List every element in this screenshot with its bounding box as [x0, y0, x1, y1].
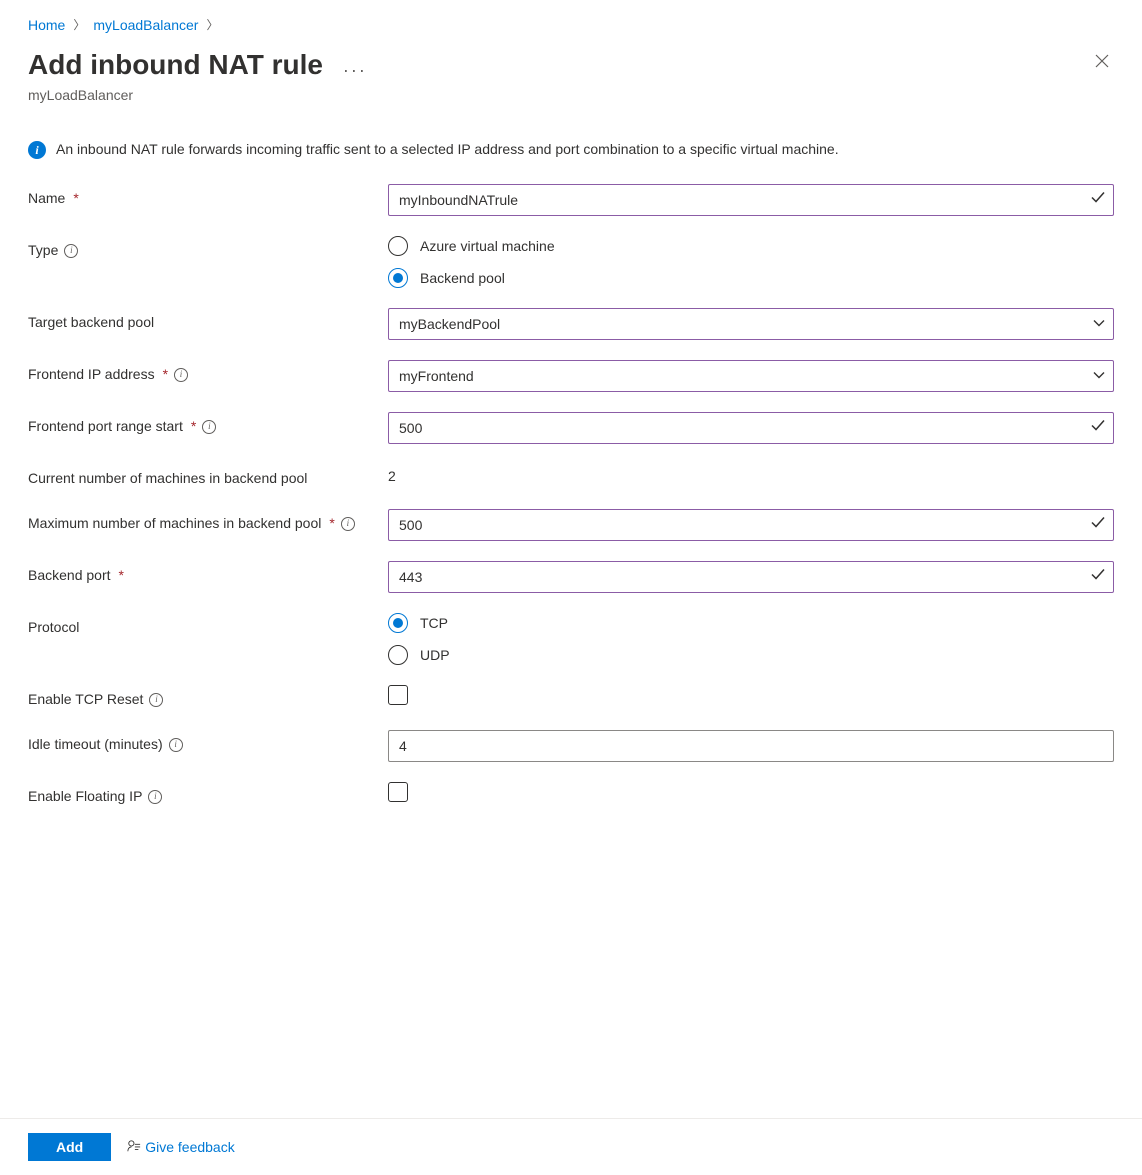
breadcrumb: Home 〉 myLoadBalancer 〉 [28, 16, 1114, 33]
info-banner: i An inbound NAT rule forwards incoming … [28, 139, 1114, 160]
backend-port-label: Backend port* [28, 561, 358, 586]
help-icon[interactable]: i [64, 244, 78, 258]
frontend-ip-label: Frontend IP address* i [28, 360, 358, 385]
help-icon[interactable]: i [149, 693, 163, 707]
max-machines-input[interactable] [388, 509, 1114, 541]
help-icon[interactable]: i [148, 790, 162, 804]
radio-icon [388, 645, 408, 665]
info-icon: i [28, 141, 46, 159]
chevron-right-icon: 〉 [206, 16, 218, 33]
floating-ip-label: Enable Floating IP i [28, 782, 358, 807]
current-machines-label: Current number of machines in backend po… [28, 464, 358, 489]
page-subtitle: myLoadBalancer [28, 87, 367, 103]
name-label: Name* [28, 184, 358, 209]
add-button[interactable]: Add [28, 1133, 111, 1161]
tcp-reset-checkbox[interactable] [388, 685, 408, 705]
page-title: Add inbound NAT rule [28, 49, 323, 81]
close-button[interactable] [1090, 49, 1114, 76]
give-feedback-link[interactable]: Give feedback [127, 1139, 235, 1156]
breadcrumb-home[interactable]: Home [28, 17, 65, 33]
close-icon [1094, 53, 1110, 69]
type-radio-vm[interactable]: Azure virtual machine [388, 236, 1114, 256]
current-machines-value: 2 [388, 464, 1114, 484]
floating-ip-checkbox[interactable] [388, 782, 408, 802]
frontend-ip-select[interactable] [388, 360, 1114, 392]
protocol-label: Protocol [28, 613, 358, 638]
max-machines-label: Maximum number of machines in backend po… [28, 509, 358, 534]
protocol-radio-udp[interactable]: UDP [388, 645, 1114, 665]
breadcrumb-resource[interactable]: myLoadBalancer [93, 17, 198, 33]
more-actions-button[interactable]: ··· [343, 60, 367, 81]
radio-icon [388, 613, 408, 633]
type-radio-backend-pool[interactable]: Backend pool [388, 268, 1114, 288]
radio-icon [388, 236, 408, 256]
name-input[interactable] [388, 184, 1114, 216]
footer: Add Give feedback [0, 1118, 1142, 1175]
target-backend-pool-select[interactable] [388, 308, 1114, 340]
chevron-right-icon: 〉 [73, 16, 85, 33]
radio-icon [388, 268, 408, 288]
feedback-icon [127, 1139, 141, 1156]
tcp-reset-label: Enable TCP Reset i [28, 685, 358, 710]
help-icon[interactable]: i [202, 420, 216, 434]
idle-timeout-label: Idle timeout (minutes) i [28, 730, 358, 755]
target-backend-pool-label: Target backend pool [28, 308, 358, 333]
feedback-label: Give feedback [145, 1139, 235, 1155]
radio-label: UDP [420, 647, 450, 663]
protocol-radio-tcp[interactable]: TCP [388, 613, 1114, 633]
frontend-port-start-input[interactable] [388, 412, 1114, 444]
type-label: Type i [28, 236, 358, 261]
help-icon[interactable]: i [169, 738, 183, 752]
radio-label: Backend pool [420, 270, 505, 286]
radio-label: TCP [420, 615, 448, 631]
help-icon[interactable]: i [341, 517, 355, 531]
help-icon[interactable]: i [174, 368, 188, 382]
frontend-port-start-label: Frontend port range start* i [28, 412, 358, 437]
info-text: An inbound NAT rule forwards incoming tr… [56, 139, 839, 160]
radio-label: Azure virtual machine [420, 238, 555, 254]
idle-timeout-input[interactable] [388, 730, 1114, 762]
backend-port-input[interactable] [388, 561, 1114, 593]
